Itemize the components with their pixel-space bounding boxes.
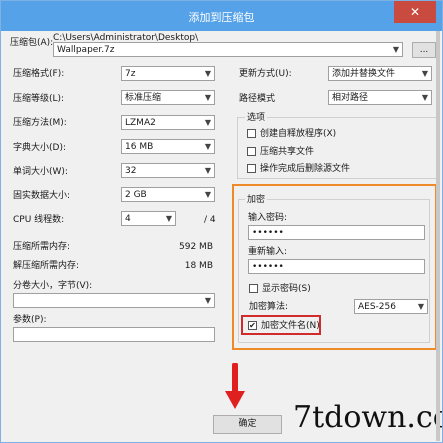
show-password-label: 显示密码(S): [262, 284, 311, 294]
format-label: 压缩格式(F):: [13, 69, 65, 79]
update-mode-select[interactable]: 添加并替换文件 ▼: [328, 66, 432, 81]
add-to-archive-dialog: 添加到压缩包 ✕ 压缩包(A): C:\Users\Administrator\…: [0, 0, 443, 443]
chevron-down-icon: ▼: [204, 93, 211, 102]
watermark: 7tdown.com: [293, 400, 442, 435]
encryption-title: 加密: [245, 194, 268, 206]
dict-select[interactable]: 16 MB ▼: [121, 139, 215, 154]
encrypt-method-select[interactable]: AES-256 ▼: [354, 299, 428, 314]
title-bar: 添加到压缩包 ✕: [1, 1, 442, 31]
word-label: 单词大小(W):: [13, 167, 68, 177]
threads-label: CPU 线程数:: [13, 215, 65, 225]
chevron-down-icon: ▼: [204, 166, 211, 175]
dict-label: 字典大小(D):: [13, 143, 66, 153]
chevron-down-icon: ▼: [204, 142, 211, 151]
params-input[interactable]: [13, 327, 215, 342]
enter-password-value: ••••••: [252, 228, 284, 238]
word-select[interactable]: 32 ▼: [121, 163, 215, 178]
checkbox-box: [247, 129, 256, 138]
format-select[interactable]: 7z ▼: [121, 66, 215, 81]
mem-compress-label: 压缩所需内存:: [13, 242, 71, 252]
mem-decompress-label: 解压缩所需内存:: [13, 261, 80, 271]
chevron-down-icon: ▼: [204, 118, 211, 127]
arrow-down-icon: [225, 363, 245, 409]
threads-select[interactable]: 4 ▼: [121, 211, 176, 226]
level-label: 压缩等级(L):: [13, 94, 65, 104]
format-value: 7z: [125, 69, 136, 79]
solid-select[interactable]: 2 GB ▼: [121, 187, 215, 202]
window-title: 添加到压缩包: [188, 11, 255, 24]
method-value: LZMA2: [125, 118, 156, 128]
level-value: 标准压缩: [125, 93, 162, 103]
checkbox-box: [247, 147, 256, 156]
archive-name-value: Wallpaper.7z: [57, 45, 115, 55]
mem-compress-value: 592 MB: [179, 242, 213, 252]
chevron-down-icon: ▼: [417, 302, 424, 311]
shared-label: 压缩共享文件: [260, 147, 315, 157]
mem-decompress-value: 18 MB: [184, 261, 213, 271]
update-mode-value: 添加并替换文件: [332, 69, 396, 79]
params-label: 参数(P):: [13, 315, 47, 325]
path-mode-label: 路径模式: [239, 94, 276, 104]
enter-password-field[interactable]: ••••••: [248, 225, 425, 240]
reenter-password-value: ••••••: [252, 262, 284, 272]
chevron-down-icon: ▼: [165, 214, 172, 223]
word-value: 32: [125, 166, 137, 176]
archive-label: 压缩包(A):: [10, 38, 54, 48]
chevron-down-icon: ▼: [421, 69, 428, 78]
checkbox-box: [249, 284, 258, 293]
path-mode-select[interactable]: 相对路径 ▼: [328, 90, 432, 105]
options-title: 选项: [245, 112, 268, 124]
chevron-down-icon: ▼: [421, 93, 428, 102]
solid-value: 2 GB: [125, 190, 147, 200]
chevron-down-icon: ▼: [392, 45, 399, 54]
check-icon: ✔: [248, 321, 257, 330]
reenter-password-label: 重新输入:: [248, 247, 288, 257]
split-label: 分卷大小，字节(V):: [13, 281, 93, 291]
ok-button[interactable]: 确定: [213, 415, 282, 434]
update-mode-label: 更新方式(U):: [239, 69, 292, 79]
close-button[interactable]: ✕: [394, 1, 436, 23]
reenter-password-field[interactable]: ••••••: [248, 259, 425, 274]
chevron-down-icon: ▼: [204, 190, 211, 199]
checkbox-box: [247, 164, 256, 173]
chevron-down-icon: ▼: [204, 69, 211, 78]
solid-label: 固实数据大小:: [13, 191, 71, 201]
chevron-down-icon: ▼: [204, 296, 211, 305]
dict-value: 16 MB: [125, 142, 154, 152]
method-label: 压缩方法(M):: [13, 118, 67, 128]
method-select[interactable]: LZMA2 ▼: [121, 115, 215, 130]
split-select[interactable]: ▼: [13, 293, 215, 308]
right-edge-bar: [436, 31, 440, 441]
encrypt-names-label: 加密文件名(N): [261, 321, 320, 331]
path-mode-value: 相对路径: [332, 93, 369, 103]
encrypt-method-value: AES-256: [358, 302, 396, 312]
archive-name-combo[interactable]: Wallpaper.7z ▼: [53, 42, 403, 57]
encrypt-method-label: 加密算法:: [249, 302, 289, 312]
level-select[interactable]: 标准压缩 ▼: [121, 90, 215, 105]
delete-label: 操作完成后删除源文件: [260, 164, 351, 174]
sfx-label: 创建自释放程序(X): [260, 129, 337, 139]
browse-button[interactable]: ...: [412, 42, 436, 58]
threads-value: 4: [125, 214, 131, 224]
enter-password-label: 输入密码:: [248, 213, 288, 223]
threads-total: / 4: [204, 215, 216, 225]
